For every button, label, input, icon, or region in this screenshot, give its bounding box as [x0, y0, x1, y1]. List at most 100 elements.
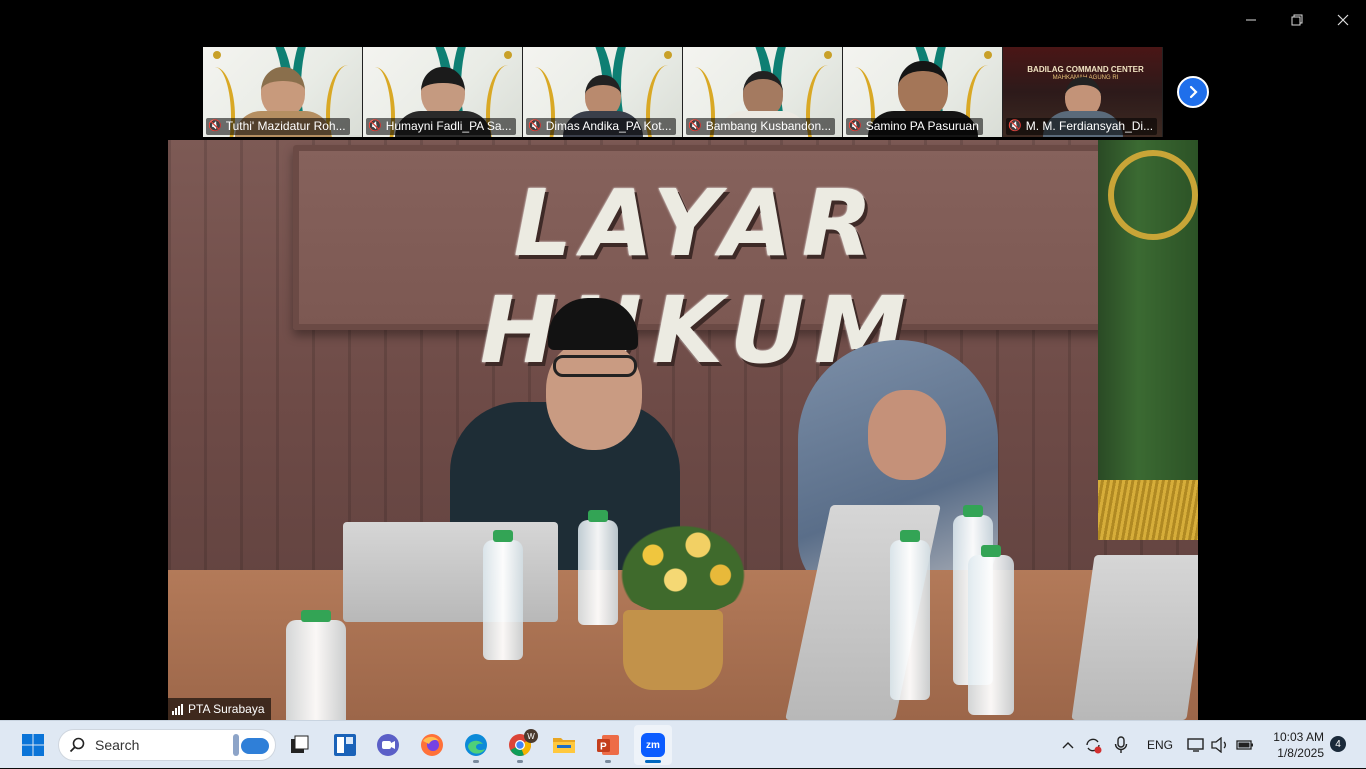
- teams-icon: [377, 734, 399, 756]
- edge-icon: [465, 734, 487, 756]
- emblem-icon: [504, 51, 512, 59]
- laptop: [343, 522, 558, 622]
- powerpoint-button[interactable]: P: [592, 725, 624, 765]
- zoom-button[interactable]: zm: [634, 725, 672, 765]
- water-bottle: [483, 530, 523, 660]
- task-view-button[interactable]: [284, 725, 316, 765]
- battery-button[interactable]: [1235, 725, 1255, 765]
- clock-time: 10:03 AM: [1273, 730, 1324, 744]
- participant-tile[interactable]: BADILAG COMMAND CENTER MAHKAMAH AGUNG RI…: [1003, 47, 1163, 137]
- muted-mic-icon: 🔇: [528, 120, 542, 132]
- muted-mic-icon: 🔇: [848, 120, 862, 132]
- show-hidden-icons-button[interactable]: [1058, 725, 1078, 765]
- edge-button[interactable]: [460, 725, 492, 765]
- teams-button[interactable]: [372, 725, 404, 765]
- task-view-icon: [291, 735, 309, 753]
- next-page-button[interactable]: [1177, 76, 1209, 108]
- active-indicator: [645, 760, 661, 763]
- participant-name: Humayni Fadli_PA Sa...: [385, 119, 512, 133]
- muted-mic-icon: 🔇: [688, 120, 702, 132]
- water-bottle: [286, 610, 346, 720]
- muted-mic-icon: 🔇: [208, 120, 222, 132]
- participant-nameplate: 🔇 Tuthi' Mazidatur Roh...: [206, 118, 350, 135]
- emblem-icon: [213, 51, 221, 59]
- start-button[interactable]: [16, 725, 50, 765]
- glasses: [553, 355, 637, 377]
- laptop: [1071, 555, 1198, 720]
- emblem-icon: [824, 51, 832, 59]
- language-indicator[interactable]: ENG: [1147, 721, 1173, 769]
- running-indicator: [517, 760, 523, 763]
- chevron-up-icon: [1062, 742, 1074, 749]
- participant-name: Samino PA Pasuruan: [865, 119, 979, 133]
- close-button[interactable]: [1320, 0, 1366, 40]
- volume-button[interactable]: [1210, 725, 1230, 765]
- speaker-nameplate: PTA Surabaya: [168, 698, 271, 720]
- restore-button[interactable]: [1274, 0, 1320, 40]
- muted-mic-icon: 🔇: [1008, 120, 1022, 132]
- file-explorer-button[interactable]: [548, 725, 580, 765]
- sync-error-icon: [1086, 738, 1102, 754]
- participant-tile[interactable]: 🔇 Dimas Andika_PA Kot...: [523, 47, 683, 137]
- participant-nameplate: 🔇 Bambang Kusbandon...: [686, 118, 836, 135]
- participant-tile[interactable]: 🔇 Tuthi' Mazidatur Roh...: [203, 47, 363, 137]
- seal-emblem: [1108, 150, 1198, 240]
- powerpoint-icon: P: [597, 735, 619, 755]
- widgets-button[interactable]: [329, 725, 361, 765]
- participant-name: Tuthi' Mazidatur Roh...: [225, 119, 346, 133]
- flower-arrangement: [608, 515, 758, 615]
- water-bottle: [890, 530, 930, 700]
- flower-pot: [623, 610, 723, 690]
- active-speaker-video[interactable]: LAYAR HUKUM PTA Surabaya: [168, 140, 1198, 720]
- speaker-name: PTA Surabaya: [188, 702, 265, 716]
- svg-text:P: P: [600, 742, 607, 753]
- search-placeholder: Search: [95, 737, 140, 753]
- network-button[interactable]: [1186, 725, 1206, 765]
- battery-icon: [1236, 740, 1253, 750]
- participant-nameplate: 🔇 Dimas Andika_PA Kot...: [526, 118, 676, 135]
- chevron-right-icon: [1189, 85, 1198, 99]
- muted-mic-icon: 🔇: [368, 120, 382, 132]
- search-highlight-icon: [233, 734, 269, 756]
- search-icon: [69, 737, 85, 753]
- participant-name: M. M. Ferdiansyah_Di...: [1025, 119, 1154, 133]
- participant-tile[interactable]: 🔇 Bambang Kusbandon...: [683, 47, 843, 137]
- sign-text: LAYAR HUKUM: [480, 170, 916, 384]
- microphone-icon: [1114, 736, 1128, 753]
- flag-fringe: [1098, 480, 1198, 540]
- windows-taskbar: Search W P zm ENG 10:03 AM 1/8/2025: [0, 720, 1366, 768]
- notification-badge[interactable]: 4: [1330, 736, 1346, 752]
- running-indicator: [605, 760, 611, 763]
- participant-nameplate: 🔇 M. M. Ferdiansyah_Di...: [1006, 118, 1158, 135]
- participant-tile[interactable]: 🔇 Humayni Fadli_PA Sa...: [363, 47, 523, 137]
- participant-tile[interactable]: 🔇 Samino PA Pasuruan: [843, 47, 1003, 137]
- restore-icon: [1291, 14, 1303, 26]
- minimize-button[interactable]: [1228, 0, 1274, 40]
- participant-name: Dimas Andika_PA Kot...: [545, 119, 672, 133]
- speaker-icon: [1211, 737, 1226, 753]
- person-face: [868, 390, 946, 480]
- system-clock[interactable]: 10:03 AM 1/8/2025: [1258, 729, 1324, 761]
- microphone-tray-button[interactable]: [1110, 725, 1132, 765]
- chrome-profile-badge: W: [524, 729, 538, 743]
- zoom-meeting-window: 🔇 Tuthi' Mazidatur Roh... 🔇 Humayni Fadl…: [0, 0, 1366, 720]
- participant-gallery-strip: 🔇 Tuthi' Mazidatur Roh... 🔇 Humayni Fadl…: [203, 47, 1163, 137]
- participant-nameplate: 🔇 Humayni Fadli_PA Sa...: [366, 118, 516, 135]
- running-indicator: [473, 760, 479, 763]
- minimize-icon: [1246, 19, 1256, 21]
- firefox-icon: [421, 734, 443, 756]
- sync-tray-button[interactable]: [1082, 725, 1104, 765]
- clock-date: 1/8/2025: [1277, 746, 1324, 760]
- chrome-button[interactable]: W: [504, 725, 538, 765]
- emblem-icon: [984, 51, 992, 59]
- widgets-icon: [334, 734, 356, 756]
- zoom-icon: zm: [641, 733, 665, 757]
- network-icon: [1187, 738, 1204, 752]
- close-icon: [1337, 14, 1349, 26]
- language-label: ENG: [1147, 738, 1174, 752]
- signal-bars-icon: [172, 703, 183, 715]
- firefox-button[interactable]: [416, 725, 448, 765]
- taskbar-search-box[interactable]: Search: [58, 729, 276, 761]
- folder-icon: [553, 738, 575, 753]
- window-controls: [1228, 0, 1366, 40]
